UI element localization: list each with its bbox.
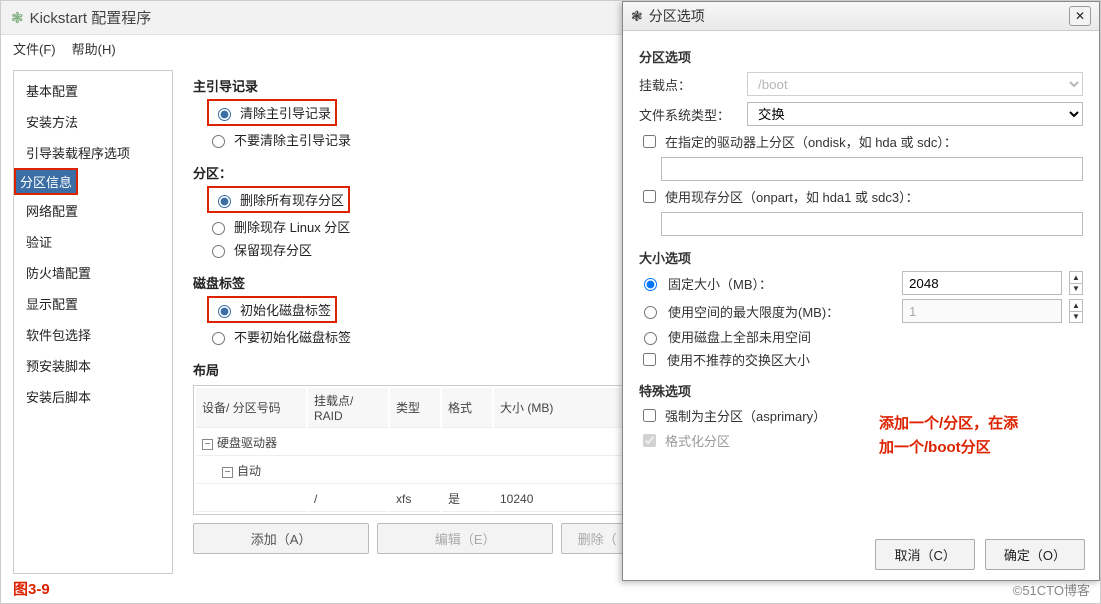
dlg-section-partition: 分区选项 [639,47,1083,66]
table-row-auto[interactable]: −自动 [196,458,630,484]
dlg-section-special: 特殊选项 [639,381,1083,400]
part-keep-radio[interactable] [212,245,225,258]
row-group-label: 硬盘驱动器 [217,436,277,450]
sidebar-item-auth[interactable]: 验证 [14,226,172,257]
th-mount[interactable]: 挂载点/ RAID [308,388,388,428]
sidebar-item-bootloader[interactable]: 引导装载程序选项 [14,137,172,168]
asprimary-label: 强制为主分区（asprimary） [665,406,826,425]
size-fill-radio[interactable] [644,332,657,345]
row-fmt: 是 [442,486,492,512]
sidebar-item-basic[interactable]: 基本配置 [14,75,172,106]
part-remove-all-radio[interactable] [218,195,231,208]
dialog-titlebar[interactable]: ❃ 分区选项 ✕ [623,2,1099,31]
size-fill-label: 使用磁盘上全部未用空间 [668,327,1083,346]
row-auto-label: 自动 [237,464,261,478]
onpart-row[interactable]: 使用现存分区（onpart，如 hda1 或 sdc3）： [639,187,1083,206]
th-format[interactable]: 格式 [442,388,492,428]
dlg-section-size: 大小选项 [639,248,1083,267]
sidebar-item-prescript[interactable]: 预安装脚本 [14,350,172,381]
size-fill-row[interactable]: 使用磁盘上全部未用空间 [639,327,1083,346]
format-checkbox[interactable] [643,434,656,447]
sidebar: 基本配置 安装方法 引导装载程序选项 分区信息 网络配置 验证 防火墙配置 显示… [13,70,173,574]
tree-toggle-icon[interactable]: − [202,439,213,450]
disk-noinit-label: 不要初始化磁盘标签 [234,327,351,346]
mbr-clear-option[interactable]: 清除主引导记录 [207,99,337,126]
sidebar-item-display[interactable]: 显示配置 [14,288,172,319]
format-label: 格式化分区 [665,431,730,450]
th-device[interactable]: 设备/ 分区号码 [196,388,306,428]
size-fixed-row[interactable]: 固定大小（MB）： ▲▼ [639,271,1083,295]
menu-help[interactable]: 帮助(H) [72,39,116,58]
sidebar-item-network[interactable]: 网络配置 [14,195,172,226]
part-remove-all-label: 删除所有现存分区 [240,190,344,209]
table-row-group[interactable]: −硬盘驱动器 [196,430,630,456]
note-line1: 添加一个/分区，在添 [879,412,1079,436]
size-fixed-label: 固定大小（MB）： [668,274,894,293]
sidebar-item-install[interactable]: 安装方法 [14,106,172,137]
disk-init-label: 初始化磁盘标签 [240,300,331,319]
dialog-title-text: 分区选项 [649,6,705,26]
disk-noinit-radio[interactable] [212,332,225,345]
sidebar-item-firewall[interactable]: 防火墙配置 [14,257,172,288]
part-remove-all-option[interactable]: 删除所有现存分区 [207,186,350,213]
mbr-keep-radio[interactable] [212,135,225,148]
fstype-label: 文件系统类型： [639,105,739,124]
layout-table: 设备/ 分区号码 挂载点/ RAID 类型 格式 大小 (MB) −硬盘驱动器 … [193,385,633,515]
ok-button[interactable]: 确定（O） [985,539,1085,570]
size-max-label: 使用空间的最大限度为(MB)： [668,302,894,321]
row-size: 10240 [494,486,630,512]
sidebar-item-postscript[interactable]: 安装后脚本 [14,381,172,412]
app-icon: ❃ [11,9,24,27]
th-type[interactable]: 类型 [390,388,440,428]
part-remove-linux-label: 删除现存 Linux 分区 [234,217,350,236]
ondisk-label: 在指定的驱动器上分区（ondisk，如 hda 或 sdc）： [665,132,957,151]
size-rec-label: 使用不推荐的交换区大小 [667,350,1083,369]
mount-select[interactable]: /boot [747,72,1083,96]
cancel-button[interactable]: 取消（C） [875,539,974,570]
disk-init-radio[interactable] [218,305,231,318]
annotation-note: 添加一个/分区，在添 加一个/boot分区 [879,412,1079,460]
figure-label: 图3-9 [13,578,50,599]
spinner-icon[interactable]: ▲▼ [1069,299,1083,323]
part-keep-label: 保留现存分区 [234,240,312,259]
partition-options-dialog: ❃ 分区选项 ✕ 分区选项 挂载点： /boot 文件系统类型： 交换 在指定的驱… [622,1,1100,581]
sidebar-item-packages[interactable]: 软件包选择 [14,319,172,350]
onpart-label: 使用现存分区（onpart，如 hda1 或 sdc3）： [665,187,919,206]
sidebar-item-partition[interactable]: 分区信息 [14,168,78,195]
mbr-keep-label: 不要清除主引导记录 [234,130,351,149]
tree-toggle-icon[interactable]: − [222,467,233,478]
onpart-checkbox[interactable] [643,190,656,203]
size-rec-row[interactable]: 使用不推荐的交换区大小 [639,350,1083,369]
disk-init-option[interactable]: 初始化磁盘标签 [207,296,337,323]
ondisk-checkbox[interactable] [643,135,656,148]
size-max-row[interactable]: 使用空间的最大限度为(MB)： ▲▼ [639,299,1083,323]
onpart-input[interactable] [661,212,1083,236]
title-text: Kickstart 配置程序 [30,7,152,28]
edit-button[interactable]: 编辑（E） [377,523,553,554]
ondisk-row[interactable]: 在指定的驱动器上分区（ondisk，如 hda 或 sdc）： [639,132,1083,151]
mbr-clear-radio[interactable] [218,108,231,121]
spinner-icon[interactable]: ▲▼ [1069,271,1083,295]
dialog-icon: ❃ [631,8,643,25]
watermark: ©51CTO博客 [1013,580,1090,599]
ondisk-input[interactable] [661,157,1083,181]
row-type: xfs [390,486,440,512]
mbr-clear-label: 清除主引导记录 [240,103,331,122]
menu-file[interactable]: 文件(F) [13,39,56,58]
size-max-input[interactable] [902,299,1062,323]
th-size[interactable]: 大小 (MB) [494,388,630,428]
add-button[interactable]: 添加（A） [193,523,369,554]
asprimary-checkbox[interactable] [643,409,656,422]
note-line2: 加一个/boot分区 [879,436,1079,460]
table-row[interactable]: / xfs 是 10240 [196,486,630,512]
fstype-select[interactable]: 交换 [747,102,1083,126]
size-max-radio[interactable] [644,306,657,319]
mount-label: 挂载点： [639,75,739,94]
size-rec-checkbox[interactable] [643,353,656,366]
size-fixed-input[interactable] [902,271,1062,295]
size-fixed-radio[interactable] [644,278,657,291]
part-remove-linux-radio[interactable] [212,222,225,235]
close-icon[interactable]: ✕ [1069,6,1091,26]
row-mount: / [308,486,388,512]
